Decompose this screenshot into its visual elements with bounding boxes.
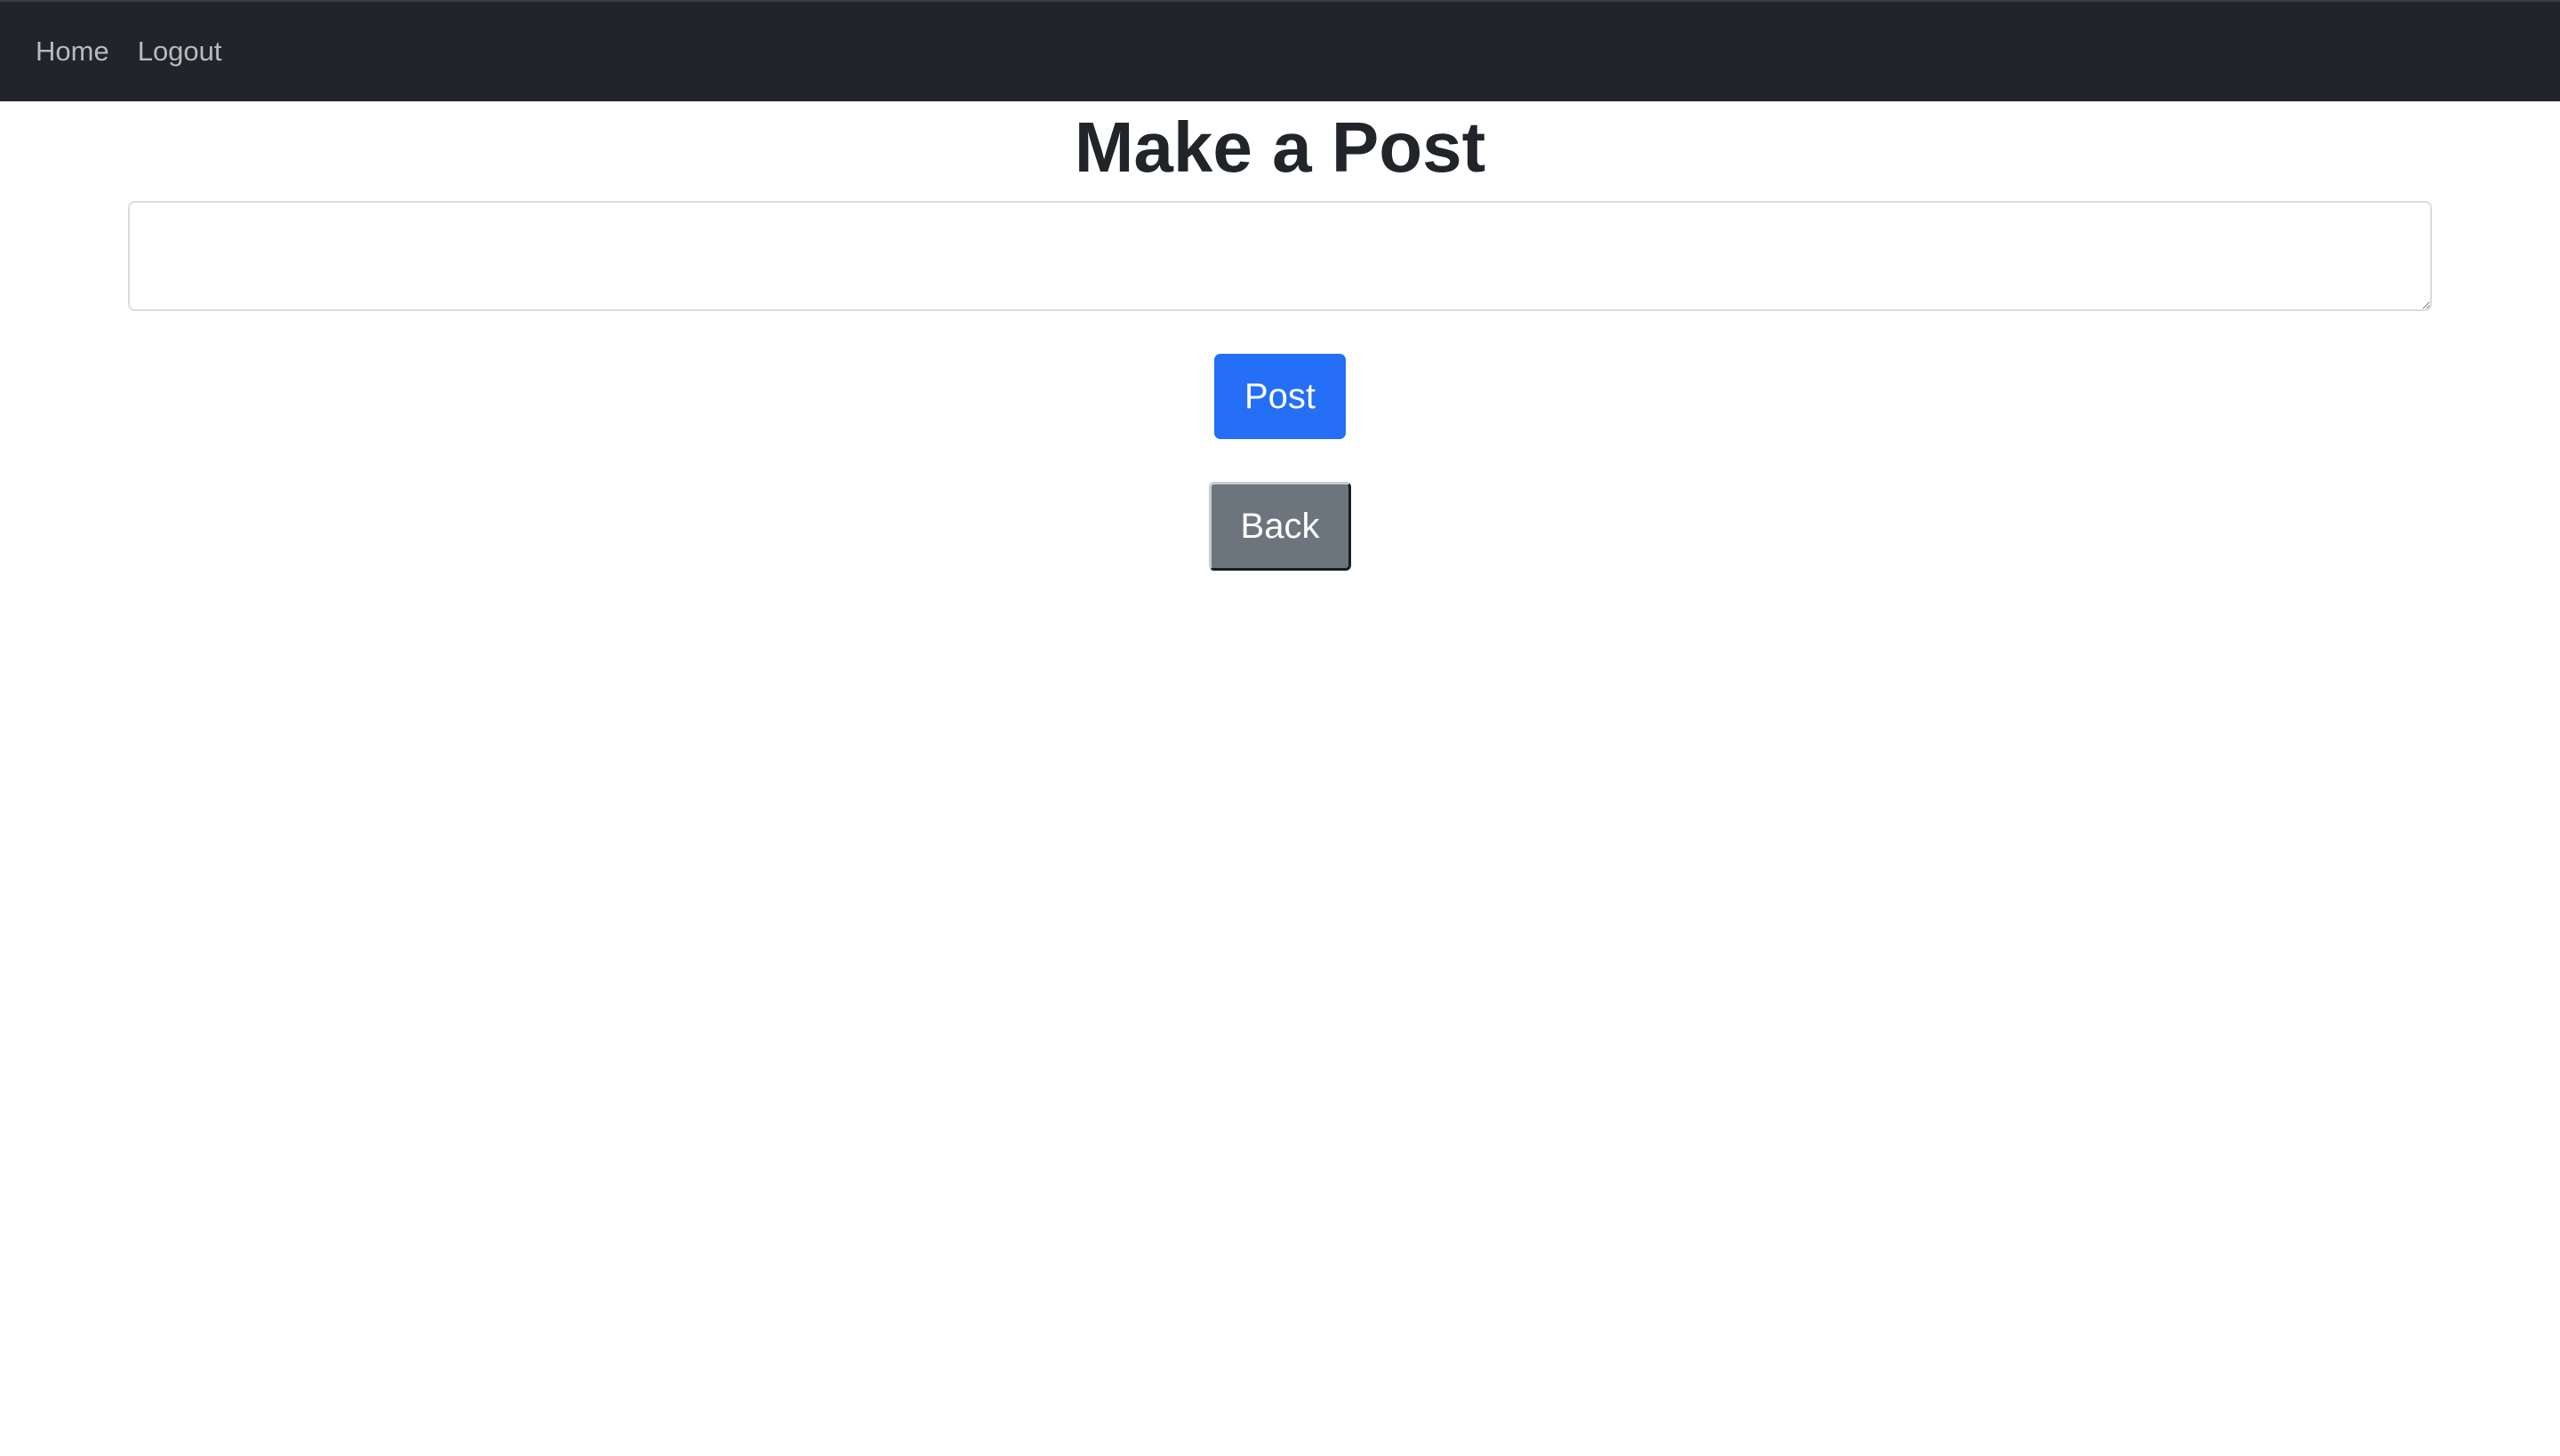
nav-home-link[interactable]: Home [36,36,109,68]
page-title: Make a Post [1074,108,1486,187]
nav-logout-link[interactable]: Logout [138,36,222,68]
post-textarea[interactable] [128,201,2432,311]
post-button[interactable]: Post [1214,354,1346,439]
back-button[interactable]: Back [1209,482,1351,571]
top-navbar: Home Logout [0,0,2560,101]
